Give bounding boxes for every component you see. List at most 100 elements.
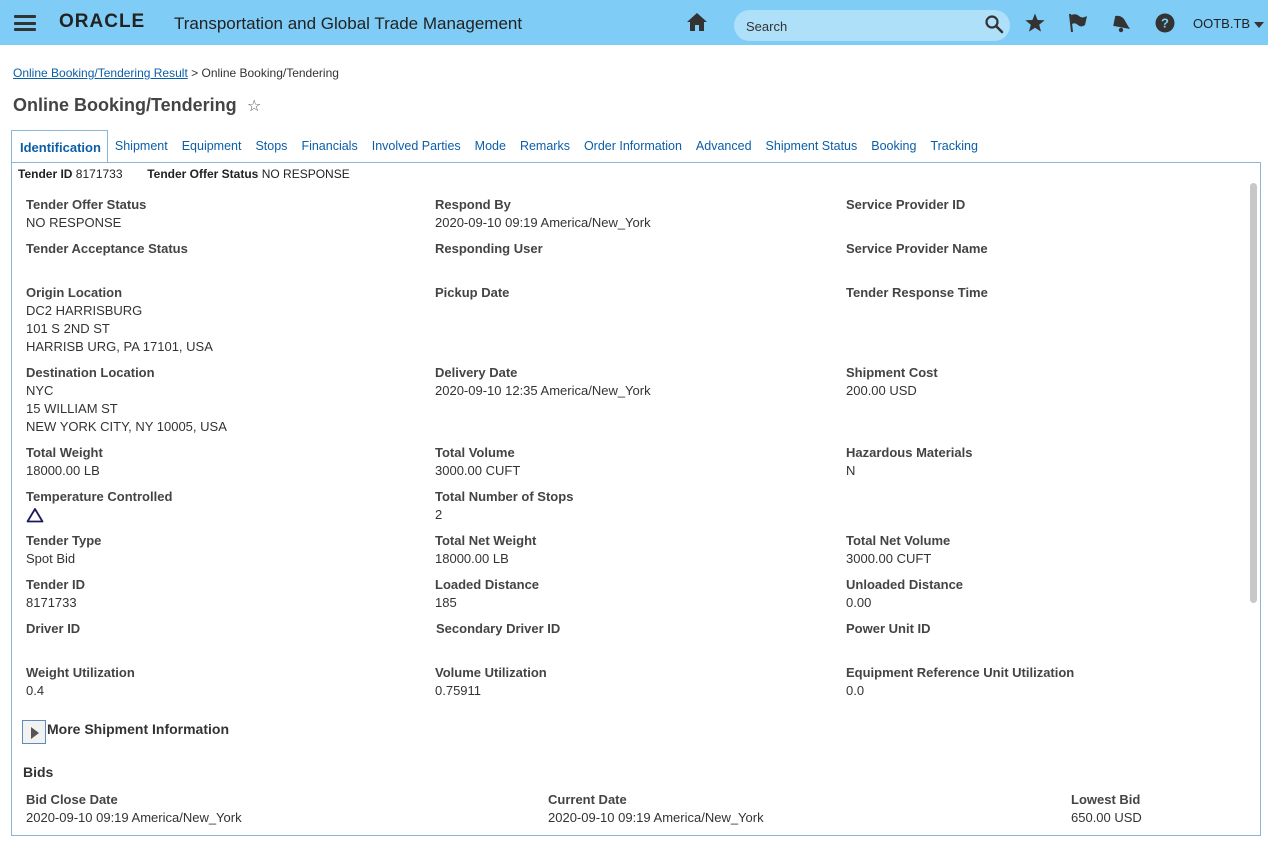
field-value: 2020-09-10 09:19 America/New_York [26,810,242,825]
user-menu[interactable]: OOTB.TB [1193,16,1265,31]
field-value-line: HARRISB URG, PA 17101, USA [26,339,213,354]
field-pickup-date: Pickup Date [435,284,509,302]
home-icon[interactable] [686,12,708,32]
chevron-down-icon [1254,21,1265,28]
field-total-weight: Total Weight 18000.00 LB [26,444,103,480]
field-value: Spot Bid [26,551,76,566]
more-info-label[interactable]: More Shipment Information [47,721,229,737]
menu-icon[interactable] [14,15,36,31]
field-label: Tender Type [26,533,102,548]
tab-identification[interactable]: Identification [11,130,108,163]
identification-panel: Tender ID 8171733 Tender Offer Status NO… [11,162,1261,836]
field-service-provider-name: Service Provider Name [846,240,988,258]
field-label: Delivery Date [435,365,518,380]
summary-offer-status-value: NO RESPONSE [261,167,350,181]
search-input[interactable] [746,17,976,35]
field-label: Responding User [435,241,543,256]
field-value-line: NYC [26,383,54,398]
field-value: 200.00 USD [846,383,917,398]
field-value: 3000.00 CUFT [846,551,932,566]
field-value: 8171733 [26,595,77,610]
field-label: Service Provider Name [846,241,988,256]
field-label: Total Net Weight [435,533,537,548]
tab-mode[interactable]: Mode [468,139,513,162]
favorite-star-icon[interactable]: ☆ [247,96,261,116]
field-label: Tender Response Time [846,285,988,300]
field-weight-utilization: Weight Utilization 0.4 [26,664,135,700]
field-label: Hazardous Materials [846,445,973,460]
field-label: Destination Location [26,365,155,380]
tab-stops[interactable]: Stops [248,139,294,162]
field-value: NO RESPONSE [26,215,122,230]
tab-advanced[interactable]: Advanced [689,139,759,162]
summary-tender-id-label: Tender ID [18,167,73,181]
field-label: Respond By [435,197,511,212]
tab-equipment[interactable]: Equipment [175,139,249,162]
field-label: Bid Close Date [26,792,118,807]
user-name: OOTB.TB [1193,16,1251,31]
field-total-net-weight: Total Net Weight 18000.00 LB [435,532,536,568]
field-label: Current Date [548,792,627,807]
tab-tracking[interactable]: Tracking [923,139,984,162]
tab-involved-parties[interactable]: Involved Parties [365,139,468,162]
field-value: 2020-09-10 09:19 America/New_York [548,810,764,825]
field-value-line: NEW YORK CITY, NY 10005, USA [26,419,227,434]
field-power-unit-id: Power Unit ID [846,620,931,638]
search-icon[interactable] [984,14,1004,34]
field-value: 18000.00 LB [435,551,509,566]
field-value: 2020-09-10 09:19 America/New_York [435,215,651,230]
field-label: Secondary Driver ID [436,621,561,636]
field-label: Volume Utilization [435,665,547,680]
field-label: Total Volume [435,445,515,460]
field-total-number-of-stops: Total Number of Stops 2 [435,488,573,524]
field-total-net-volume: Total Net Volume 3000.00 CUFT [846,532,950,568]
search-box [734,10,1010,41]
field-value: 0.0 [846,683,865,698]
field-hazardous-materials: Hazardous Materials N [846,444,972,480]
field-label: Power Unit ID [846,621,931,636]
field-lowest-bid: Lowest Bid 650.00 USD [1071,791,1142,827]
tender-summary: Tender ID 8171733 Tender Offer Status NO… [18,167,350,181]
vertical-scrollbar[interactable] [1250,183,1257,603]
field-label: Service Provider ID [846,197,966,212]
field-bid-close-date: Bid Close Date 2020-09-10 09:19 America/… [26,791,242,827]
field-value: 0.75911 [435,683,482,698]
tab-shipment[interactable]: Shipment [108,139,175,162]
field-service-provider-id: Service Provider ID [846,196,965,214]
field-label: Temperature Controlled [26,489,173,504]
breadcrumb-current: Online Booking/Tendering [201,66,339,80]
field-value-line: 15 WILLIAM ST [26,401,118,416]
field-tender-type: Tender Type Spot Bid [26,532,101,568]
field-tender-id: Tender ID 8171733 [26,576,85,612]
field-label: Equipment Reference Unit Utilization [846,665,1075,680]
breadcrumb-link-result[interactable]: Online Booking/Tendering Result [13,66,188,80]
field-label: Weight Utilization [26,665,135,680]
favorites-star-icon[interactable] [1024,12,1046,34]
flag-icon[interactable] [1067,12,1089,34]
tab-financials[interactable]: Financials [294,139,364,162]
breadcrumb-separator: > [191,66,199,80]
field-label: Driver ID [26,621,81,636]
field-value: 0.00 [846,595,872,610]
tab-booking[interactable]: Booking [864,139,923,162]
svg-text:?: ? [1161,16,1169,31]
field-label: Tender ID [26,577,85,592]
field-value: 650.00 USD [1071,810,1142,825]
app-header: ORACLE Transportation and Global Trade M… [0,0,1268,45]
field-driver-id: Driver ID [26,620,80,638]
field-label: Total Net Volume [846,533,951,548]
more-info-expand-button[interactable] [22,720,46,744]
field-label: Total Weight [26,445,103,460]
field-label: Shipment Cost [846,365,938,380]
field-label: Total Number of Stops [435,489,574,504]
tab-order-information[interactable]: Order Information [577,139,689,162]
notification-bell-icon[interactable] [1110,12,1132,34]
tab-remarks[interactable]: Remarks [513,139,577,162]
field-origin-location: Origin Location DC2 HARRISBURG 101 S 2ND… [26,284,213,356]
field-respond-by: Respond By 2020-09-10 09:19 America/New_… [435,196,651,232]
field-value: 2020-09-10 12:35 America/New_York [435,383,651,398]
help-icon[interactable]: ? [1154,12,1176,34]
field-label: Origin Location [26,285,123,300]
tab-shipment-status[interactable]: Shipment Status [759,139,865,162]
field-value-line: 101 S 2ND ST [26,321,110,336]
